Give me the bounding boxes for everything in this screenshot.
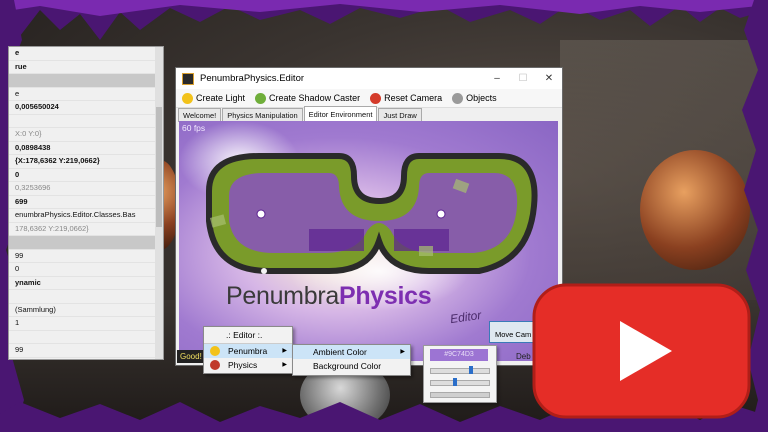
create-light-button[interactable]: Create Light [182, 92, 246, 104]
property-row[interactable]: (Sammlung) [9, 304, 155, 317]
logo-text-bold: Physics [338, 282, 432, 310]
property-row[interactable] [9, 290, 155, 304]
editor-context-menu: .: Editor :. Penumbra ▶ Physics ▶ [203, 326, 293, 374]
property-row[interactable]: enumbraPhysics.Editor.Classes.Bas [9, 209, 155, 223]
menu-header: .: Editor :. [204, 327, 292, 344]
submenu-arrow-icon: ▶ [282, 348, 287, 354]
property-row[interactable]: 699 [9, 196, 155, 209]
create-shadow-caster-icon [255, 92, 267, 104]
maximize-button[interactable]: ☐ [510, 68, 536, 89]
menu-item-label: Physics [228, 360, 258, 370]
tab-welcome[interactable]: Welcome! [178, 108, 222, 122]
tab-just-draw[interactable]: Just Draw [378, 108, 422, 122]
bronze-orb-right [640, 150, 750, 270]
editor-viewport[interactable]: 60 fps PenumbraPhysics Editor Move Cam [179, 121, 558, 361]
property-row[interactable]: 0 [9, 263, 155, 277]
penumbra-submenu: Ambient Color ▶ Background Color [292, 344, 411, 376]
property-rows: e rue e 0,005650024 X:0 Y:0} 0,0898438 {X:178,… [9, 47, 155, 358]
toolbar-label: Reset Camera [384, 93, 443, 103]
status-good: Good! [177, 350, 205, 363]
submenu-arrow-icon: ▶ [282, 362, 287, 368]
app-icon [182, 72, 194, 85]
menu-item-ambient-color[interactable]: Ambient Color ▶ [293, 345, 410, 359]
vine-border-top [0, 0, 768, 40]
property-row[interactable] [9, 115, 155, 128]
property-row[interactable]: 0,3253696 [9, 182, 155, 196]
toolbar-label: Create Light [196, 93, 246, 103]
menu-item-penumbra[interactable]: Penumbra ▶ [204, 344, 292, 358]
property-row[interactable]: 99 [9, 344, 155, 358]
toolbar-label: Create Shadow Caster [269, 93, 361, 103]
window-title: PenumbraPhysics.Editor [200, 73, 305, 84]
menu-item-label: Ambient Color [313, 347, 367, 357]
physics-icon [210, 360, 220, 370]
color-slider-2[interactable] [430, 378, 490, 386]
property-scrollbar[interactable] [155, 47, 163, 359]
menu-item-background-color[interactable]: Background Color [293, 359, 410, 373]
editor-window: PenumbraPhysics.Editor – ☐ ✕ Create Ligh… [175, 67, 563, 366]
reset-camera-button[interactable]: Reset Camera [370, 92, 443, 104]
color-slider-1[interactable] [430, 366, 490, 374]
ambient-color-picker: #9C74D3 [423, 345, 497, 403]
debug-label[interactable]: Deb [516, 350, 531, 363]
submenu-arrow-icon: ▶ [400, 349, 405, 355]
property-row[interactable]: 99 [9, 250, 155, 263]
minimize-button[interactable]: – [484, 68, 510, 89]
tab-strip: Welcome! Physics Manipulation Editor Envir… [176, 106, 562, 122]
create-shadow-caster-button[interactable]: Create Shadow Caster [255, 92, 361, 104]
slider-knob[interactable] [452, 378, 457, 386]
tab-editor-environment[interactable]: Editor Environment [303, 106, 378, 122]
property-row[interactable]: 178,6362 Y:219,0662} [9, 223, 155, 236]
menu-item-label: Penumbra [228, 346, 268, 356]
youtube-play-icon [532, 283, 751, 419]
property-row[interactable]: e [9, 47, 155, 61]
menu-item-physics[interactable]: Physics ▶ [204, 358, 292, 372]
property-row[interactable] [9, 331, 155, 344]
property-row[interactable]: e [9, 88, 155, 101]
close-button[interactable]: ✕ [536, 68, 562, 89]
bulb-icon [210, 346, 220, 356]
title-bar[interactable]: PenumbraPhysics.Editor – ☐ ✕ [176, 68, 562, 89]
property-row[interactable] [9, 74, 155, 88]
objects-button[interactable]: Objects [452, 92, 497, 104]
move-camera-label: Move Cam [495, 330, 532, 339]
property-row[interactable]: 0 [9, 169, 155, 182]
create-light-icon [182, 92, 193, 104]
toolbar-label: Objects [466, 93, 497, 103]
reset-camera-icon [370, 92, 382, 104]
property-grid-panel: e rue e 0,005650024 X:0 Y:0} 0,0898438 {X:178,… [8, 46, 164, 360]
tab-physics-manipulation[interactable]: Physics Manipulation [222, 108, 303, 122]
property-row[interactable]: ynamic [9, 277, 155, 290]
property-row[interactable]: 0,005650024 [9, 101, 155, 115]
property-row[interactable]: X:0 Y:0} [9, 128, 155, 142]
slider-knob[interactable] [468, 366, 473, 374]
property-row[interactable]: 0,0898438 [9, 142, 155, 155]
property-row[interactable] [9, 236, 155, 250]
logo-text-light: Penumbra [226, 282, 339, 310]
menu-item-label: Background Color [313, 361, 382, 371]
property-row[interactable]: 1 [9, 317, 155, 331]
color-hex-value[interactable]: #9C74D3 [430, 349, 488, 361]
property-row[interactable]: {X:178,6362 Y:219,0662} [9, 155, 155, 169]
scrollbar-thumb[interactable] [156, 107, 162, 227]
color-slider-3[interactable] [430, 392, 490, 398]
logo-wordmark: PenumbraPhysics [226, 282, 432, 311]
property-row[interactable]: rue [9, 61, 155, 74]
window-controls: – ☐ ✕ [484, 68, 562, 89]
objects-icon [452, 92, 464, 104]
